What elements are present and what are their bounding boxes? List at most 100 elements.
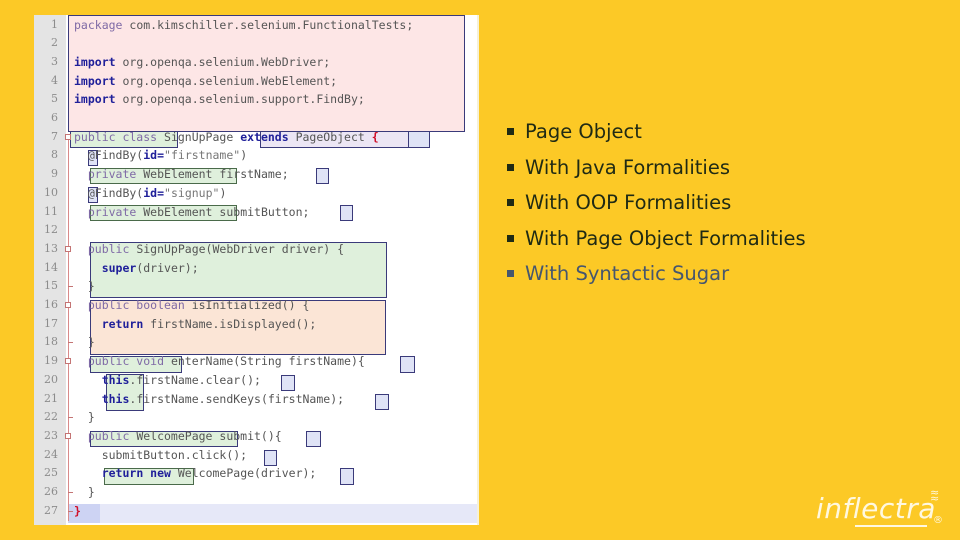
code-token: } bbox=[74, 335, 95, 350]
code-token: public bbox=[74, 241, 137, 256]
line-number: 5 bbox=[51, 92, 58, 106]
code-line: 17 return firstName.isDisplayed(); bbox=[34, 315, 477, 334]
registered-mark: ® bbox=[933, 515, 943, 526]
line-number: 22 bbox=[44, 410, 58, 424]
line-number: 3 bbox=[51, 54, 58, 68]
line-number: 19 bbox=[44, 354, 58, 368]
code-token: org.openqa.selenium.support.FindBy; bbox=[115, 92, 365, 107]
bullet-square-icon bbox=[507, 128, 514, 135]
code-text: public void enterName(String firstName){ bbox=[74, 352, 365, 371]
code-token: public class bbox=[74, 129, 165, 144]
code-token: private bbox=[74, 167, 144, 182]
code-line: 11 private WebElement submitButton; bbox=[34, 203, 477, 222]
code-line: 6 bbox=[34, 109, 477, 128]
code-token: } bbox=[74, 485, 95, 499]
code-token: } bbox=[74, 279, 95, 294]
code-text: public WelcomePage submit(){ bbox=[74, 427, 282, 446]
code-text: private WebElement firstName; bbox=[74, 165, 289, 184]
line-number: 27 bbox=[44, 503, 58, 517]
fold-toggle-icon[interactable] bbox=[65, 358, 71, 365]
bullet-text: Page Object bbox=[525, 120, 642, 143]
bullet-square-icon bbox=[507, 163, 514, 171]
code-line: 4 import org.openqa.selenium.WebElement; bbox=[34, 72, 477, 91]
bullet-item: With Page Object Formalities bbox=[506, 225, 806, 261]
code-token: submitButton; bbox=[219, 204, 310, 219]
code-token: import bbox=[74, 54, 116, 69]
code-text: submitButton.click(); bbox=[74, 446, 247, 465]
logo-underline bbox=[855, 525, 927, 527]
code-token: WelcomePage(driver); bbox=[170, 466, 317, 481]
code-token: id bbox=[143, 148, 158, 163]
bullet-item-dimmed: With Syntactic Sugar bbox=[506, 260, 806, 296]
fold-end-marker bbox=[68, 417, 73, 419]
line-number: 7 bbox=[51, 129, 58, 143]
code-token: @FindBy( bbox=[74, 148, 144, 163]
bullet-item: With OOP Formalities bbox=[506, 189, 806, 225]
code-token: org.openqa.selenium.WebDriver; bbox=[115, 54, 331, 69]
code-token: import bbox=[74, 73, 116, 88]
code-text: package com.kimschiller.selenium.Functio… bbox=[74, 16, 413, 35]
bullet-item: With Java Formalities bbox=[506, 154, 806, 190]
code-text: import org.openqa.selenium.WebDriver; bbox=[74, 53, 330, 72]
fold-end-marker bbox=[68, 342, 73, 344]
fold-end-marker bbox=[68, 286, 73, 288]
bullet-text: With Syntactic Sugar bbox=[525, 262, 730, 286]
code-line: 27} bbox=[34, 502, 477, 521]
code-token: import bbox=[74, 92, 116, 107]
line-number: 25 bbox=[44, 466, 58, 480]
code-text: @FindBy(id="signup") bbox=[74, 184, 227, 203]
code-line: 1 package com.kimschiller.selenium.Functi… bbox=[34, 16, 477, 35]
code-token: = bbox=[157, 185, 165, 200]
code-line: 5 import org.openqa.selenium.support.Find… bbox=[34, 90, 477, 109]
code-token: this bbox=[101, 372, 130, 387]
code-line: 12 bbox=[34, 221, 477, 240]
code-text: return firstName.isDisplayed(); bbox=[74, 315, 317, 334]
code-line: 13 public SignUpPage(WebDriver driver) { bbox=[34, 240, 477, 259]
code-token: return new bbox=[101, 466, 171, 481]
code-token: super bbox=[101, 260, 137, 275]
code-token: package bbox=[74, 17, 130, 32]
code-line: 19 public void enterName(String firstNam… bbox=[34, 352, 477, 371]
code-text: public class SignUpPage extends PageObje… bbox=[74, 128, 379, 147]
code-token: .firstName.sendKeys(firstName); bbox=[129, 391, 345, 406]
code-token: } bbox=[74, 410, 95, 425]
line-number: 18 bbox=[44, 335, 58, 349]
line-number: 9 bbox=[51, 167, 58, 181]
fold-toggle-icon[interactable] bbox=[65, 133, 71, 140]
code-token: "signup" bbox=[164, 185, 220, 200]
code-token: return bbox=[101, 316, 144, 331]
code-token: SignUpPage bbox=[164, 129, 241, 144]
line-number: 16 bbox=[44, 298, 58, 311]
code-line: 24 submitButton.click(); bbox=[34, 446, 477, 465]
bullet-text: With Java Formalities bbox=[525, 155, 730, 179]
code-text: import org.openqa.selenium.WebElement; bbox=[74, 72, 337, 91]
code-line: 23 public WelcomePage submit(){ bbox=[34, 427, 477, 446]
line-number: 13 bbox=[44, 241, 58, 255]
code-token: WebElement bbox=[143, 204, 220, 219]
code-text: } bbox=[74, 483, 95, 502]
code-token: = bbox=[157, 148, 165, 163]
code-token: { bbox=[371, 129, 379, 144]
line-number: 10 bbox=[44, 185, 58, 199]
fold-toggle-icon[interactable] bbox=[65, 302, 71, 308]
code-token: ) bbox=[240, 148, 248, 163]
fold-toggle-icon[interactable] bbox=[65, 245, 71, 252]
line-number: 21 bbox=[44, 391, 58, 405]
code-line: 20 this.firstName.clear(); bbox=[34, 371, 477, 390]
inflectra-logo: inflectra bbox=[816, 492, 936, 525]
line-number: 8 bbox=[51, 148, 58, 162]
bullet-text: With Page Object Formalities bbox=[525, 226, 806, 250]
code-text: return new WelcomePage(driver); bbox=[74, 464, 317, 483]
code-token: ) bbox=[219, 185, 227, 200]
fold-toggle-icon[interactable] bbox=[65, 432, 71, 439]
code-line: 16 public boolean isInitialized() { bbox=[34, 296, 477, 315]
line-number: 11 bbox=[44, 204, 58, 218]
code-line: 22 } bbox=[34, 408, 477, 427]
code-text: } bbox=[74, 502, 81, 521]
code-token: "firstname" bbox=[164, 148, 241, 163]
code-line: 26 } bbox=[34, 483, 477, 502]
